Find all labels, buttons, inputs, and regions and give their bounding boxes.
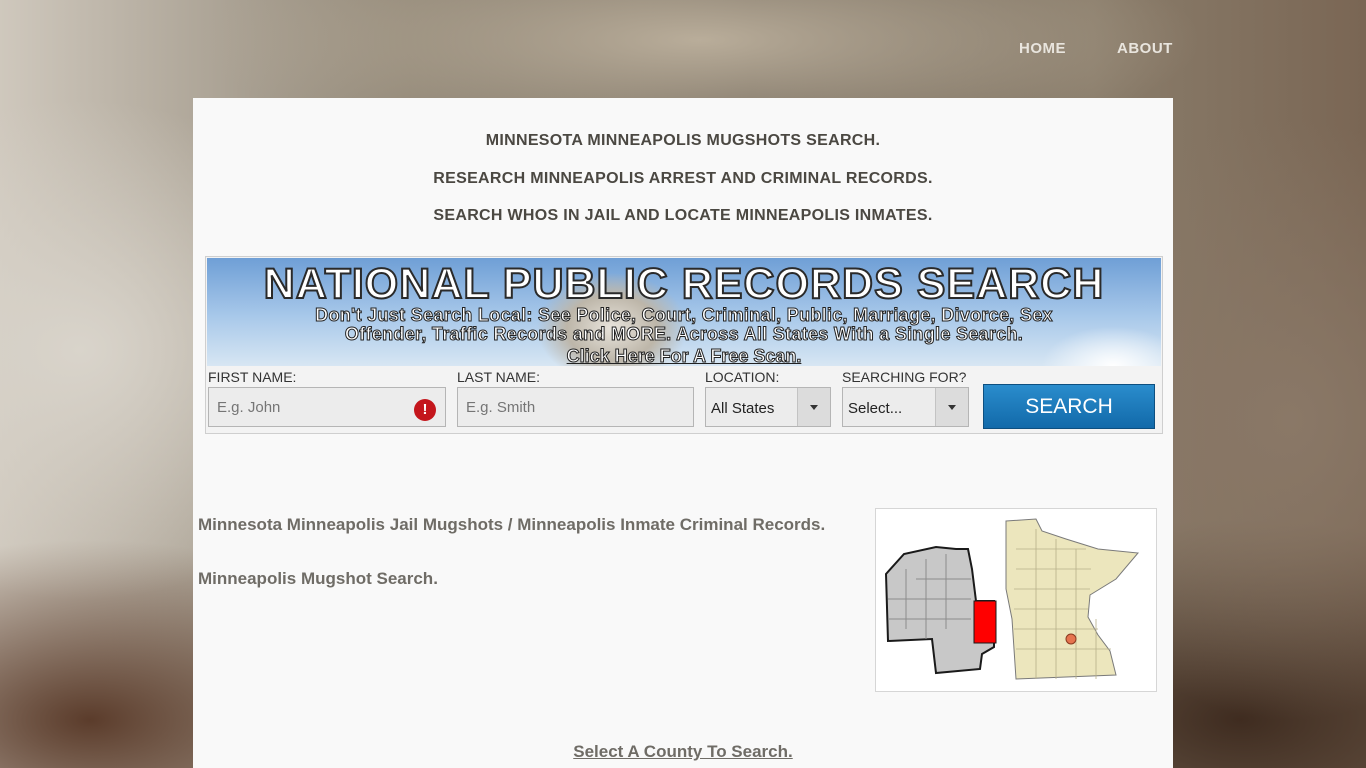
content-card: MINNESOTA MINNEAPOLIS MUGSHOTS SEARCH. R… xyxy=(193,98,1173,768)
headline-1: MINNESOTA MINNEAPOLIS MUGSHOTS SEARCH. xyxy=(485,132,881,149)
free-scan-link[interactable]: Click Here For A Free Scan. xyxy=(207,346,1161,367)
nav-about-link[interactable]: ABOUT xyxy=(1117,40,1173,57)
banner-ad-link[interactable]: NATIONAL PUBLIC RECORDS SEARCH Don't Jus… xyxy=(207,258,1161,366)
error-icon: ! xyxy=(414,399,436,421)
hennepin-location-dot xyxy=(1065,633,1077,645)
banner-subtitle-line-2: Offender, Traffic Records and MORE. Acro… xyxy=(344,324,1024,344)
minnesota-map-icon xyxy=(884,518,1139,680)
searching-for-select[interactable]: Select... xyxy=(842,387,969,427)
headline-3: SEARCH WHOS IN JAIL AND LOCATE MINNEAPOL… xyxy=(433,207,933,224)
records-search-banner: NATIONAL PUBLIC RECORDS SEARCH Don't Jus… xyxy=(205,256,1163,434)
banner-subtitle-line-1: Don't Just Search Local: See Police, Cou… xyxy=(315,305,1053,325)
searching-for-label: SEARCHING FOR? xyxy=(842,369,967,385)
mugshots-description: Minnesota Minneapolis Jail Mugshots / Mi… xyxy=(198,515,826,534)
nav-home-link[interactable]: HOME xyxy=(1019,40,1066,57)
minnesota-state-shape xyxy=(1005,518,1139,680)
last-name-input[interactable] xyxy=(457,387,694,427)
select-county-link[interactable]: Select A County To Search. xyxy=(193,742,1173,762)
headline-2: RESEARCH MINNEAPOLIS ARREST AND CRIMINAL… xyxy=(433,170,933,187)
minneapolis-highlight xyxy=(973,600,997,644)
chevron-down-icon xyxy=(935,388,968,426)
first-name-input[interactable] xyxy=(208,387,446,427)
location-selected-value: All States xyxy=(711,400,775,417)
county-map-image xyxy=(875,508,1157,692)
banner-title: NATIONAL PUBLIC RECORDS SEARCH xyxy=(263,259,1105,309)
first-name-label: FIRST NAME: xyxy=(208,369,297,385)
location-select[interactable]: All States xyxy=(705,387,831,427)
chevron-down-icon xyxy=(797,388,830,426)
last-name-label: LAST NAME: xyxy=(457,369,540,385)
location-label: LOCATION: xyxy=(705,369,780,385)
mugshot-search-heading: Minneapolis Mugshot Search. xyxy=(198,569,438,588)
top-nav: HOME ABOUT xyxy=(0,40,1366,60)
search-button[interactable]: SEARCH xyxy=(983,384,1155,429)
searching-for-selected-value: Select... xyxy=(848,400,903,417)
